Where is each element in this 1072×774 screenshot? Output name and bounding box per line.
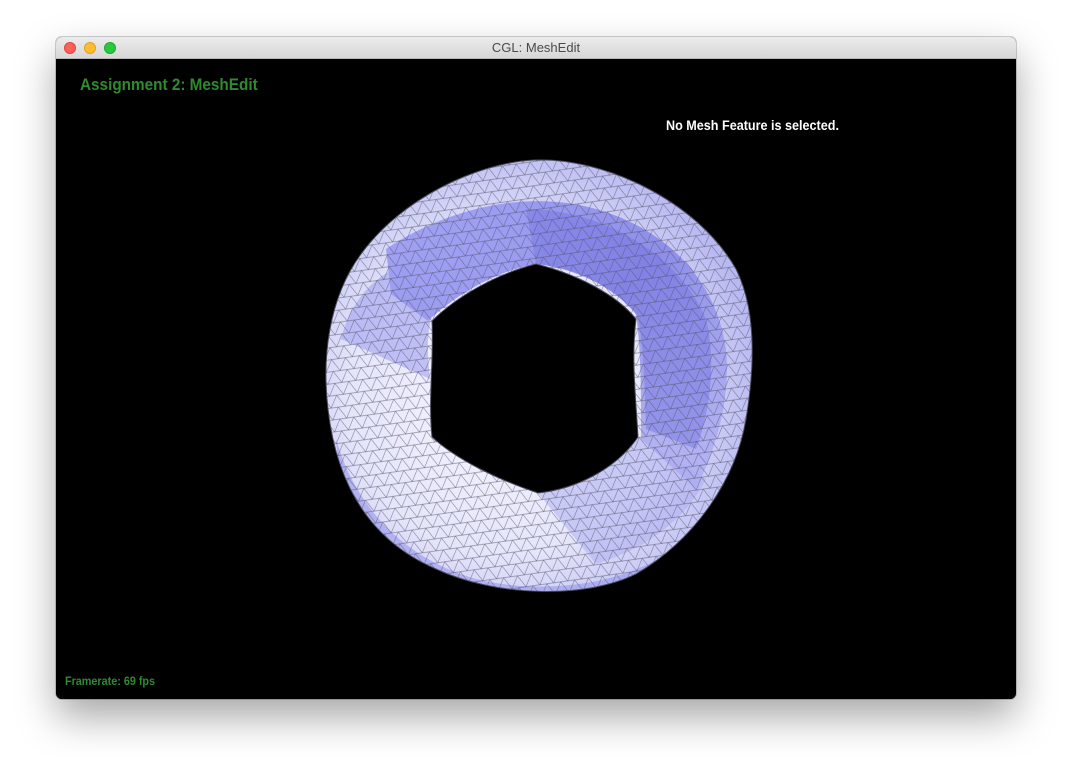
assignment-title: Assignment 2: MeshEdit: [80, 75, 258, 94]
selection-status-text: No Mesh Feature is selected.: [666, 117, 839, 133]
title-bar[interactable]: CGL: MeshEdit: [56, 37, 1016, 59]
render-viewport[interactable]: Assignment 2: MeshEdit No Mesh Feature i…: [56, 59, 1016, 699]
app-window: CGL: MeshEdit Assignment 2: MeshEdit No …: [56, 37, 1016, 699]
torus-mesh[interactable]: [56, 59, 1016, 699]
window-title: CGL: MeshEdit: [491, 40, 581, 55]
framerate-readout: Framerate: 69 fps: [65, 674, 156, 688]
